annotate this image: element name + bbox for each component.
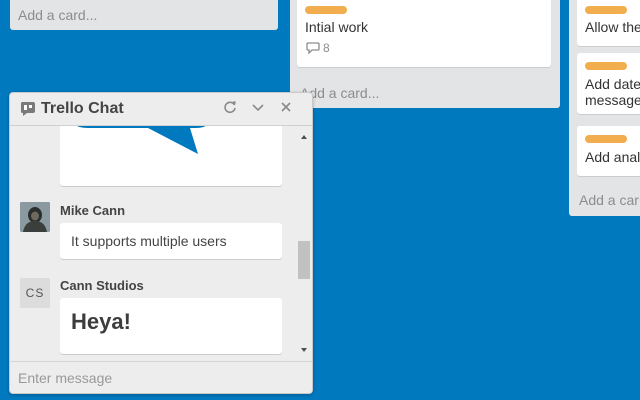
message-list: Mike Cann It supports multiple users CS … [10, 126, 296, 360]
message-bubble: It supports multiple users [60, 223, 282, 259]
chevron-down-icon[interactable] [250, 100, 266, 116]
scroll-down-arrow[interactable] [300, 346, 308, 354]
trello-chat-logo-image [76, 126, 206, 154]
message-image-bubble [60, 126, 282, 186]
message-author: Mike Cann [60, 203, 126, 218]
card-title: Add anal [585, 149, 640, 165]
message-scrollbar[interactable] [296, 126, 312, 360]
card-title-line2: message [585, 92, 640, 108]
close-icon[interactable] [278, 100, 294, 116]
comments-badge: 8 [306, 41, 330, 55]
card-title: Intial work [305, 19, 369, 35]
list-middle: Intial work 8 Add a card... [290, 0, 560, 108]
avatar [20, 202, 50, 232]
comment-count: 8 [323, 41, 330, 55]
scroll-up-arrow[interactable] [300, 133, 308, 141]
card-label-orange [585, 135, 627, 143]
card-label-orange [585, 62, 627, 70]
comment-icon [306, 42, 320, 54]
list-left: Add a card... [10, 0, 278, 30]
message-text: Heya! [71, 309, 131, 334]
card-add-anal[interactable]: Add anal [577, 126, 640, 176]
message-input[interactable] [10, 361, 312, 393]
card-label-orange [585, 6, 627, 14]
list-right: Allow the Add date message Add anal Add … [569, 0, 640, 216]
chat-header: Trello Chat [10, 93, 312, 126]
scroll-thumb[interactable] [298, 241, 310, 279]
card-label-orange [305, 6, 347, 14]
message-text: It supports multiple users [71, 233, 227, 249]
refresh-icon[interactable] [222, 100, 238, 116]
card-title: Allow the [585, 19, 640, 35]
trello-chat-panel: Trello Chat Mike Cann It supports multip… [9, 92, 313, 394]
card-add-date[interactable]: Add date message [577, 53, 640, 114]
chat-title: Trello Chat [41, 100, 124, 117]
card-intial-work[interactable]: Intial work 8 [297, 0, 551, 67]
chat-bubble-icon [21, 102, 35, 116]
message-author: Cann Studios [60, 278, 144, 293]
card-allow[interactable]: Allow the [577, 0, 640, 46]
add-card-link[interactable]: Add a card... [18, 7, 97, 23]
message-bubble: Heya! [60, 298, 282, 354]
avatar-initials: CS [20, 278, 50, 308]
add-card-link[interactable]: Add a car [579, 192, 639, 208]
